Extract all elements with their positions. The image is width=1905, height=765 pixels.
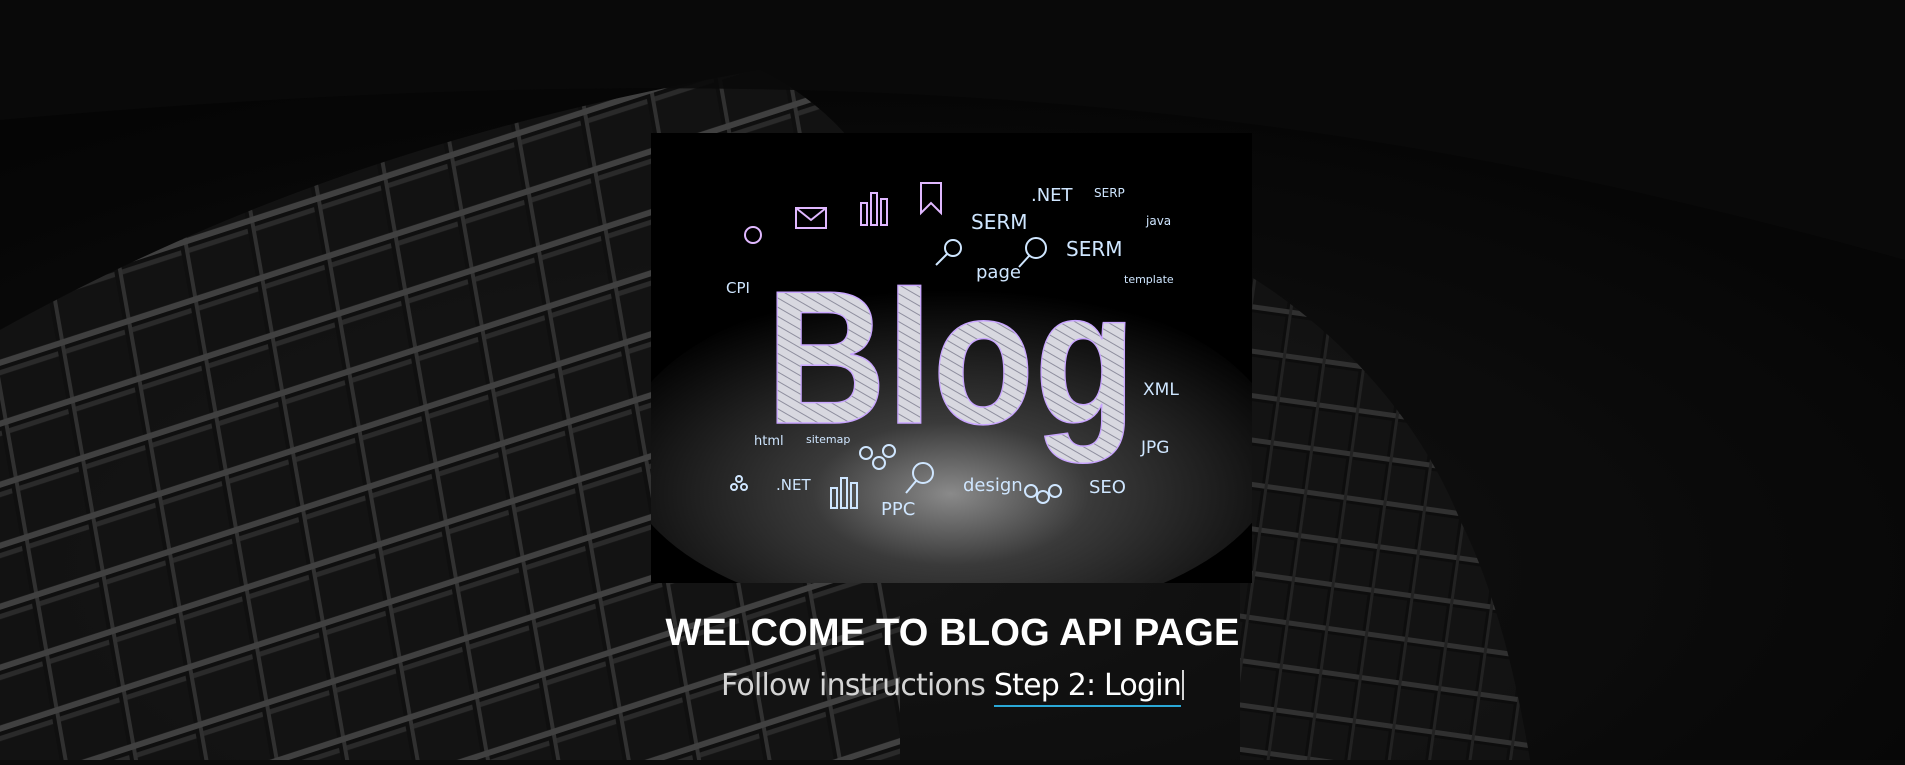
svg-text:CPI: CPI (726, 279, 750, 297)
svg-text:design: design (963, 475, 1023, 496)
svg-text:html: html (754, 434, 784, 449)
blog-hero-image: Blog .NET SERP SERM SERM java page CPI t… (651, 133, 1252, 583)
svg-text:PPC: PPC (881, 499, 915, 520)
svg-text:SERM: SERM (971, 210, 1027, 234)
typing-caret (1181, 670, 1184, 700)
svg-text:java: java (1145, 214, 1171, 228)
subtitle: Follow instructions Step 2: Login (0, 668, 1905, 707)
svg-text:page: page (976, 262, 1021, 283)
svg-text:SEO: SEO (1089, 477, 1126, 498)
svg-text:SERM: SERM (1066, 237, 1122, 261)
svg-text:.NET: .NET (776, 476, 811, 494)
svg-text:XML: XML (1143, 380, 1179, 400)
svg-text:template: template (1124, 273, 1174, 286)
subtitle-lead-text: Follow instructions (721, 668, 986, 703)
step-login-link[interactable]: Step 2: Login (993, 668, 1182, 707)
svg-text:.NET: .NET (1031, 185, 1074, 206)
svg-text:sitemap: sitemap (806, 433, 850, 446)
svg-text:JPG: JPG (1140, 438, 1169, 458)
svg-text:SERP: SERP (1094, 186, 1125, 200)
page-title: WELCOME TO BLOG API PAGE (665, 612, 1240, 654)
